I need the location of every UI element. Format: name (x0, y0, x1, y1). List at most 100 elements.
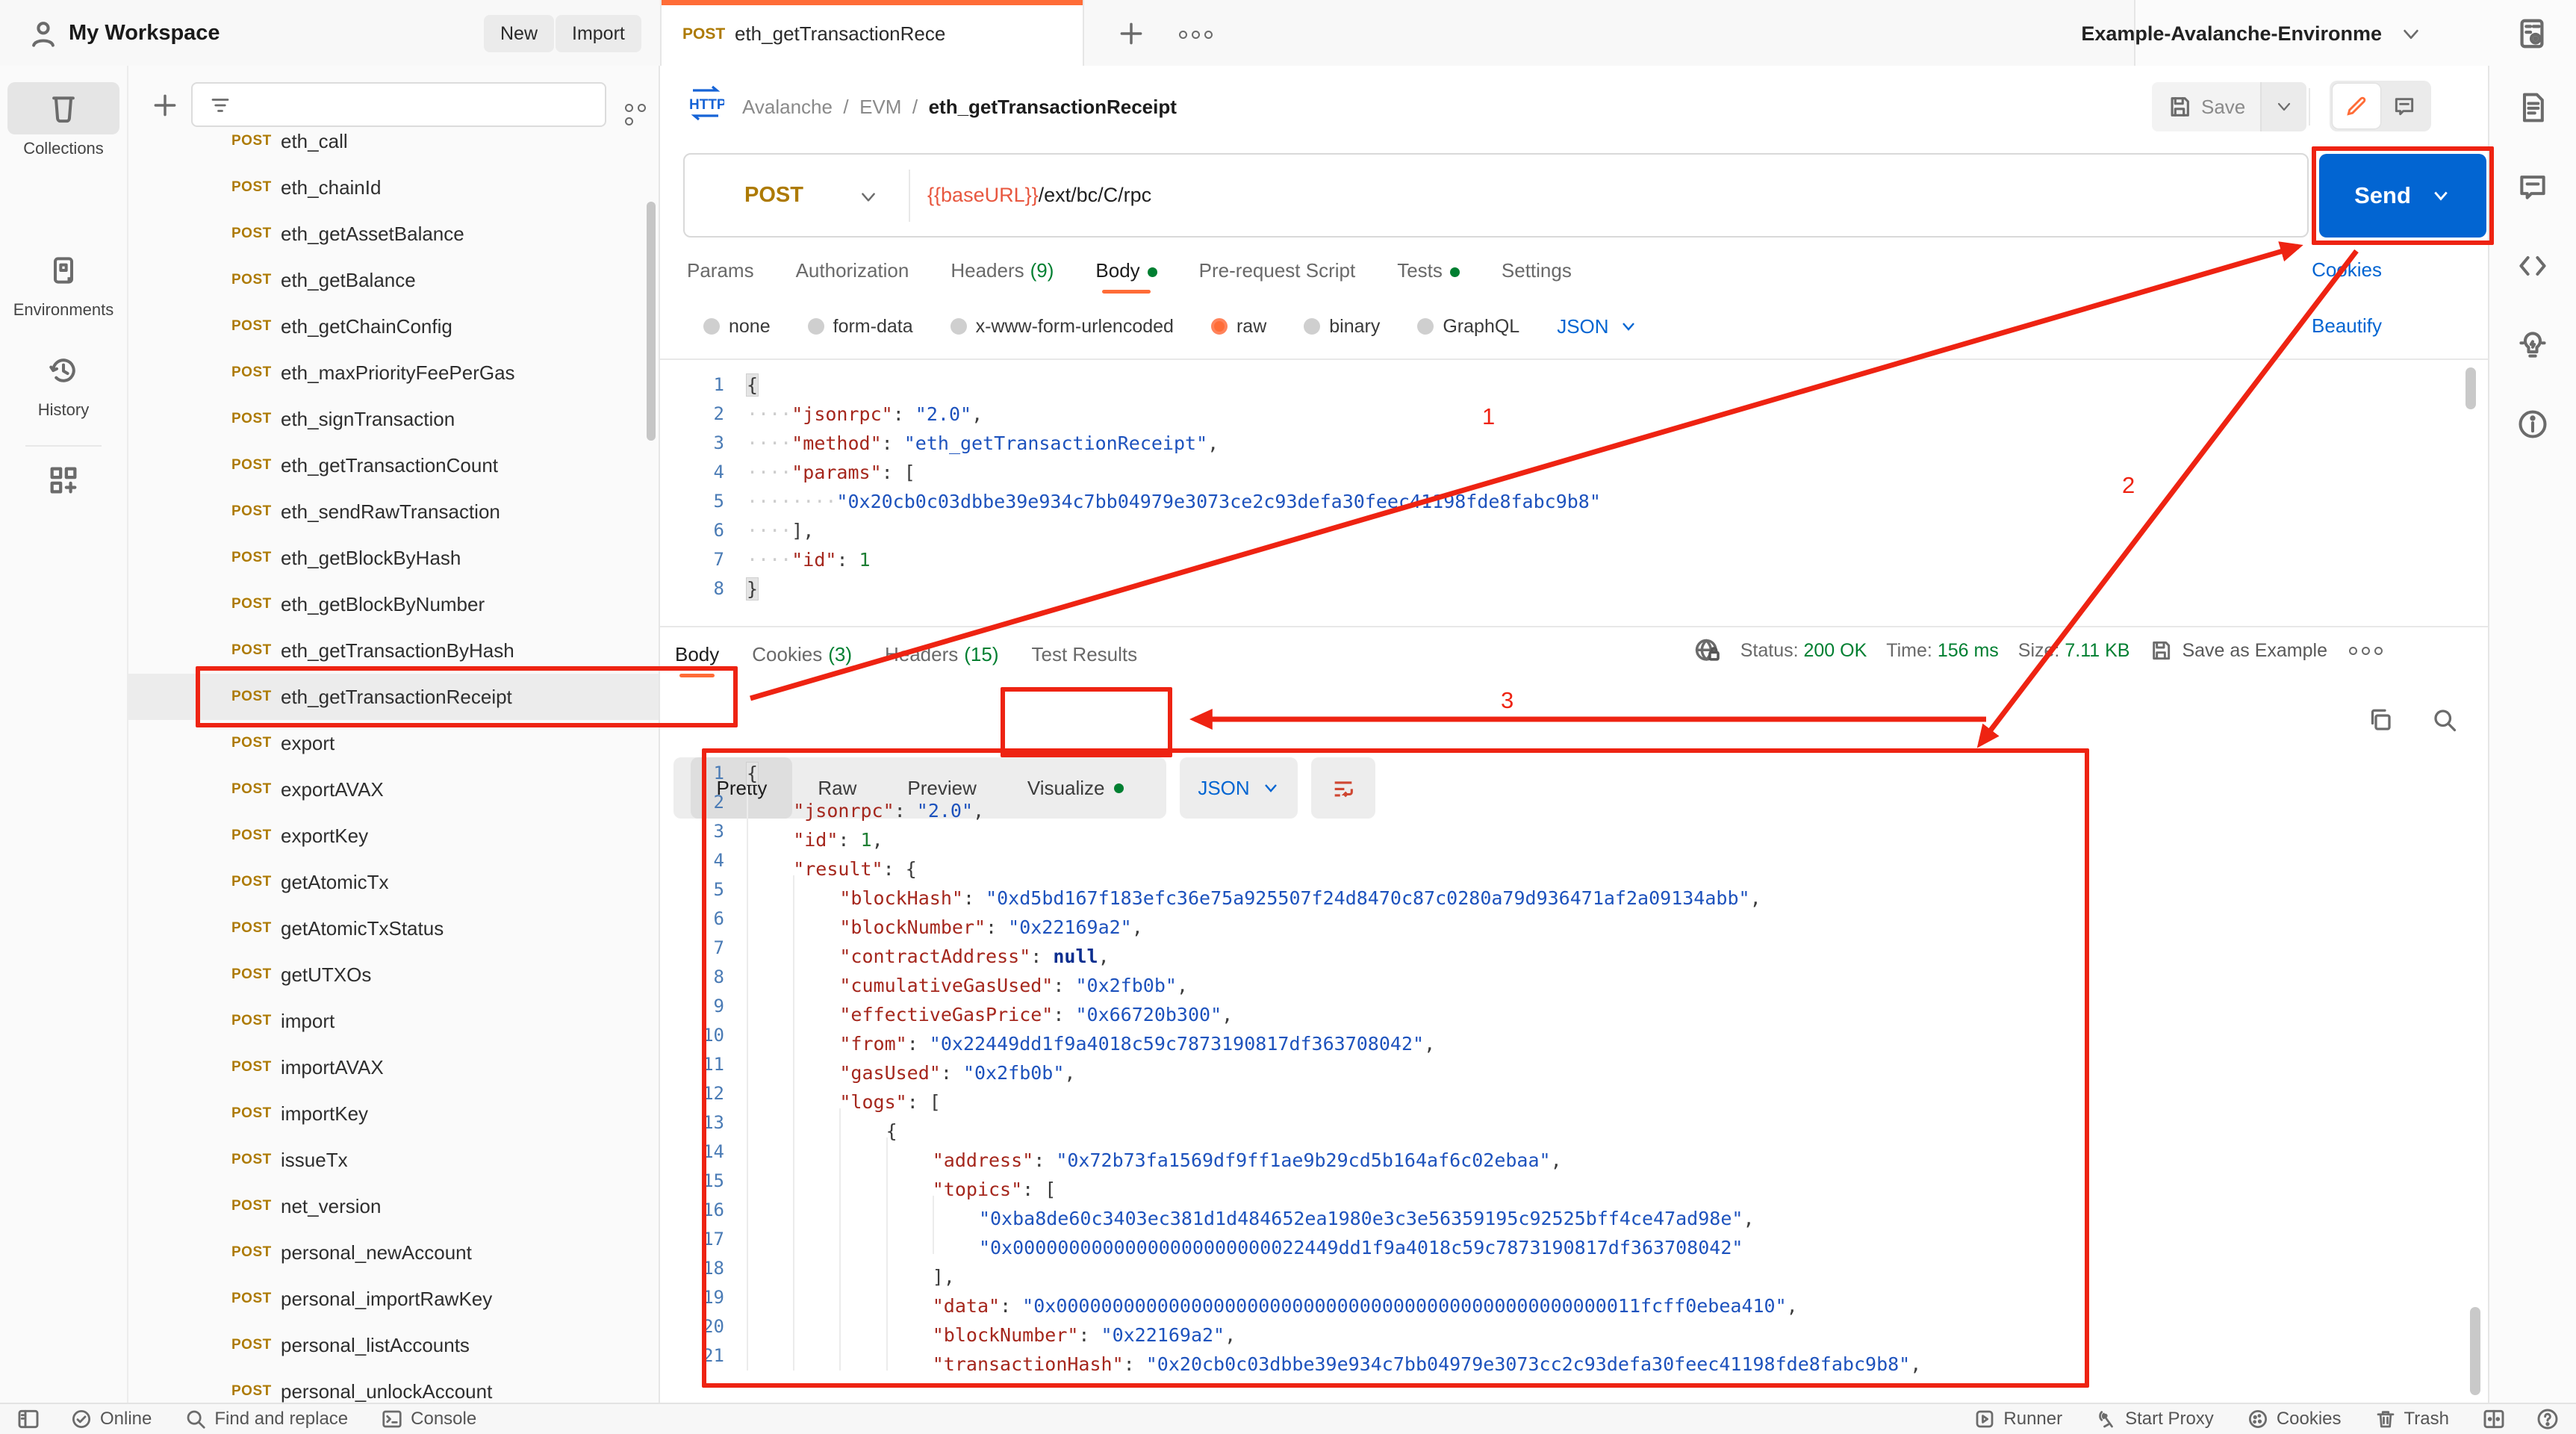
request-tab-tests[interactable]: Tests (1397, 247, 1460, 294)
request-language-select[interactable]: JSON (1557, 315, 1637, 338)
beautify-link[interactable]: Beautify (2312, 314, 2382, 338)
workspace-title[interactable]: My Workspace (69, 0, 220, 66)
comment-icon[interactable] (2516, 170, 2549, 203)
statusbar-console[interactable]: Console (381, 1408, 476, 1430)
cookies-link[interactable]: Cookies (2312, 258, 2382, 282)
split-panel-icon[interactable] (2482, 1407, 2506, 1431)
breadcrumb-collection[interactable]: Avalanche (742, 96, 833, 118)
statusbar-find-and-replace[interactable]: Find and replace (184, 1408, 348, 1430)
body-mode-GraphQL[interactable]: GraphQL (1417, 316, 1519, 338)
edit-mode-button[interactable] (2333, 84, 2380, 128)
sidebar-item-importKey[interactable]: POST importKey (128, 1090, 659, 1137)
collections-icon (52, 96, 75, 123)
body-mode-none[interactable]: none (703, 316, 771, 338)
response-tab-headers[interactable]: Headers (15) (885, 631, 999, 677)
body-mode-binary[interactable]: binary (1304, 316, 1380, 338)
request-tab[interactable]: POST eth_getTransactionRece (660, 0, 1084, 66)
body-mode-raw[interactable]: raw (1210, 316, 1266, 338)
sidebar-item-eth_getChainConfig[interactable]: POST eth_getChainConfig (128, 303, 659, 350)
save-as-example-button[interactable]: Save as Example (2149, 639, 2327, 662)
request-tab-authorization[interactable]: Authorization (796, 247, 909, 294)
response-tab-test-results[interactable]: Test Results (1032, 631, 1138, 677)
sidebar-item-issueTx[interactable]: POST issueTx (128, 1137, 659, 1183)
sidebar-item-eth_getBlockByHash[interactable]: POST eth_getBlockByHash (128, 535, 659, 581)
sidebar-item-eth_getBlockByNumber[interactable]: POST eth_getBlockByNumber (128, 581, 659, 627)
radio-icon (703, 318, 720, 335)
code-snippet-icon[interactable] (2516, 249, 2549, 282)
request-tab-body[interactable]: Body (1095, 247, 1157, 294)
sidebar-item-eth_getBalance[interactable]: POST eth_getBalance (128, 257, 659, 303)
rail-item-collections[interactable]: Collections (7, 82, 119, 158)
request-tab-headers[interactable]: Headers (9) (951, 247, 1054, 294)
response-editor-scrollbar[interactable] (2470, 1307, 2480, 1395)
globe-lock-icon[interactable] (1693, 636, 1721, 665)
chevron-down-icon[interactable] (858, 189, 879, 205)
info-icon[interactable] (2516, 408, 2549, 441)
sidebar-item-getAtomicTxStatus[interactable]: POST getAtomicTxStatus (128, 905, 659, 952)
rail-item-environments[interactable]: Environments (7, 243, 119, 320)
body-mode-form-data[interactable]: form-data (807, 316, 913, 338)
statusbar-runner[interactable]: Runner (1973, 1408, 2062, 1430)
copy-icon[interactable] (2367, 707, 2394, 733)
environment-quicklook-icon[interactable] (2515, 16, 2549, 51)
sidebar-item-personal_unlockAccount[interactable]: POST personal_unlockAccount (128, 1368, 659, 1403)
url-input[interactable]: {{baseURL}}/ext/bc/C/rpc (927, 155, 1151, 236)
chevron-down-icon[interactable] (2400, 25, 2422, 43)
tab-overflow-icon[interactable] (1177, 28, 1215, 42)
toggle-sidebar-icon[interactable] (16, 1407, 40, 1431)
comment-mode-button[interactable] (2380, 84, 2428, 128)
response-tab-cookies[interactable]: Cookies (3) (752, 631, 852, 677)
status-value[interactable]: 200 OK (1804, 640, 1867, 661)
sidebar-item-personal_newAccount[interactable]: POST personal_newAccount (128, 1229, 659, 1276)
save-options-button[interactable] (2260, 82, 2307, 131)
documentation-icon[interactable] (2516, 91, 2549, 124)
request-tab-settings[interactable]: Settings (1502, 247, 1572, 294)
time-value[interactable]: 156 ms (1938, 640, 1999, 661)
statusbar-cookies[interactable]: Cookies (2247, 1408, 2342, 1430)
sidebar-item-personal_importRawKey[interactable]: POST personal_importRawKey (128, 1276, 659, 1322)
save-button[interactable]: Save (2152, 82, 2261, 131)
import-button[interactable]: Import (556, 15, 641, 52)
sidebar-item-eth_signTransaction[interactable]: POST eth_signTransaction (128, 396, 659, 442)
new-button[interactable]: New (484, 15, 555, 52)
statusbar-start-proxy[interactable]: Start Proxy (2095, 1408, 2214, 1430)
user-icon[interactable] (27, 18, 60, 51)
help-icon[interactable] (2536, 1407, 2560, 1431)
statusbar-online[interactable]: Online (70, 1408, 152, 1430)
response-more-icon[interactable] (2347, 640, 2385, 662)
method-badge: POST (231, 1337, 272, 1353)
breadcrumb-folder[interactable]: EVM (859, 96, 901, 118)
sidebar-item-eth_getTransactionCount[interactable]: POST eth_getTransactionCount (128, 442, 659, 488)
request-tab-pre-request-script[interactable]: Pre-request Script (1199, 247, 1356, 294)
green-dot (1449, 267, 1460, 277)
sidebar-item-eth_maxPriorityFeePerGas[interactable]: POST eth_maxPriorityFeePerGas (128, 350, 659, 396)
sidebar-item-exportKey[interactable]: POST exportKey (128, 813, 659, 859)
sidebar-scrollbar[interactable] (647, 202, 656, 441)
request-editor-scrollbar[interactable] (2465, 367, 2476, 409)
apps-grid-icon[interactable] (46, 463, 81, 497)
sidebar-item-getUTXOs[interactable]: POST getUTXOs (128, 952, 659, 998)
request-tab-params[interactable]: Params (687, 247, 754, 294)
lightbulb-icon[interactable] (2516, 329, 2549, 361)
sidebar-item-eth_getAssetBalance[interactable]: POST eth_getAssetBalance (128, 211, 659, 257)
add-tab-icon[interactable] (1117, 19, 1145, 48)
environment-selector[interactable]: Example-Avalanche-Environme (2081, 0, 2382, 66)
rail-item-history[interactable]: History (7, 344, 119, 420)
sidebar-item-net_version[interactable]: POST net_version (128, 1183, 659, 1229)
sidebar-item-eth_call[interactable]: POST eth_call (128, 118, 659, 164)
method-select[interactable]: POST (744, 155, 803, 236)
statusbar-trash[interactable]: Trash (2374, 1408, 2449, 1430)
sidebar-item-exportAVAX[interactable]: POST exportAVAX (128, 766, 659, 813)
sidebar-item-importAVAX[interactable]: POST importAVAX (128, 1044, 659, 1090)
body-mode-x-www-form-urlencoded[interactable]: x-www-form-urlencoded (950, 316, 1174, 338)
sidebar-item-personal_listAccounts[interactable]: POST personal_listAccounts (128, 1322, 659, 1368)
request-body-editor[interactable]: 1{2 ····"jsonrpc": "2.0", 3 ····"method": "… (660, 370, 2467, 626)
runner-icon (1976, 1410, 1994, 1428)
sidebar-item-import[interactable]: POST import (128, 998, 659, 1044)
sidebar-item-getAtomicTx[interactable]: POST getAtomicTx (128, 859, 659, 905)
add-request-icon[interactable] (151, 91, 179, 120)
sidebar-item-eth_chainId[interactable]: POST eth_chainId (128, 164, 659, 211)
search-response-icon[interactable] (2431, 707, 2458, 733)
sidebar-item-eth_sendRawTransaction[interactable]: POST eth_sendRawTransaction (128, 488, 659, 535)
size-value[interactable]: 7.11 KB (2065, 640, 2129, 661)
